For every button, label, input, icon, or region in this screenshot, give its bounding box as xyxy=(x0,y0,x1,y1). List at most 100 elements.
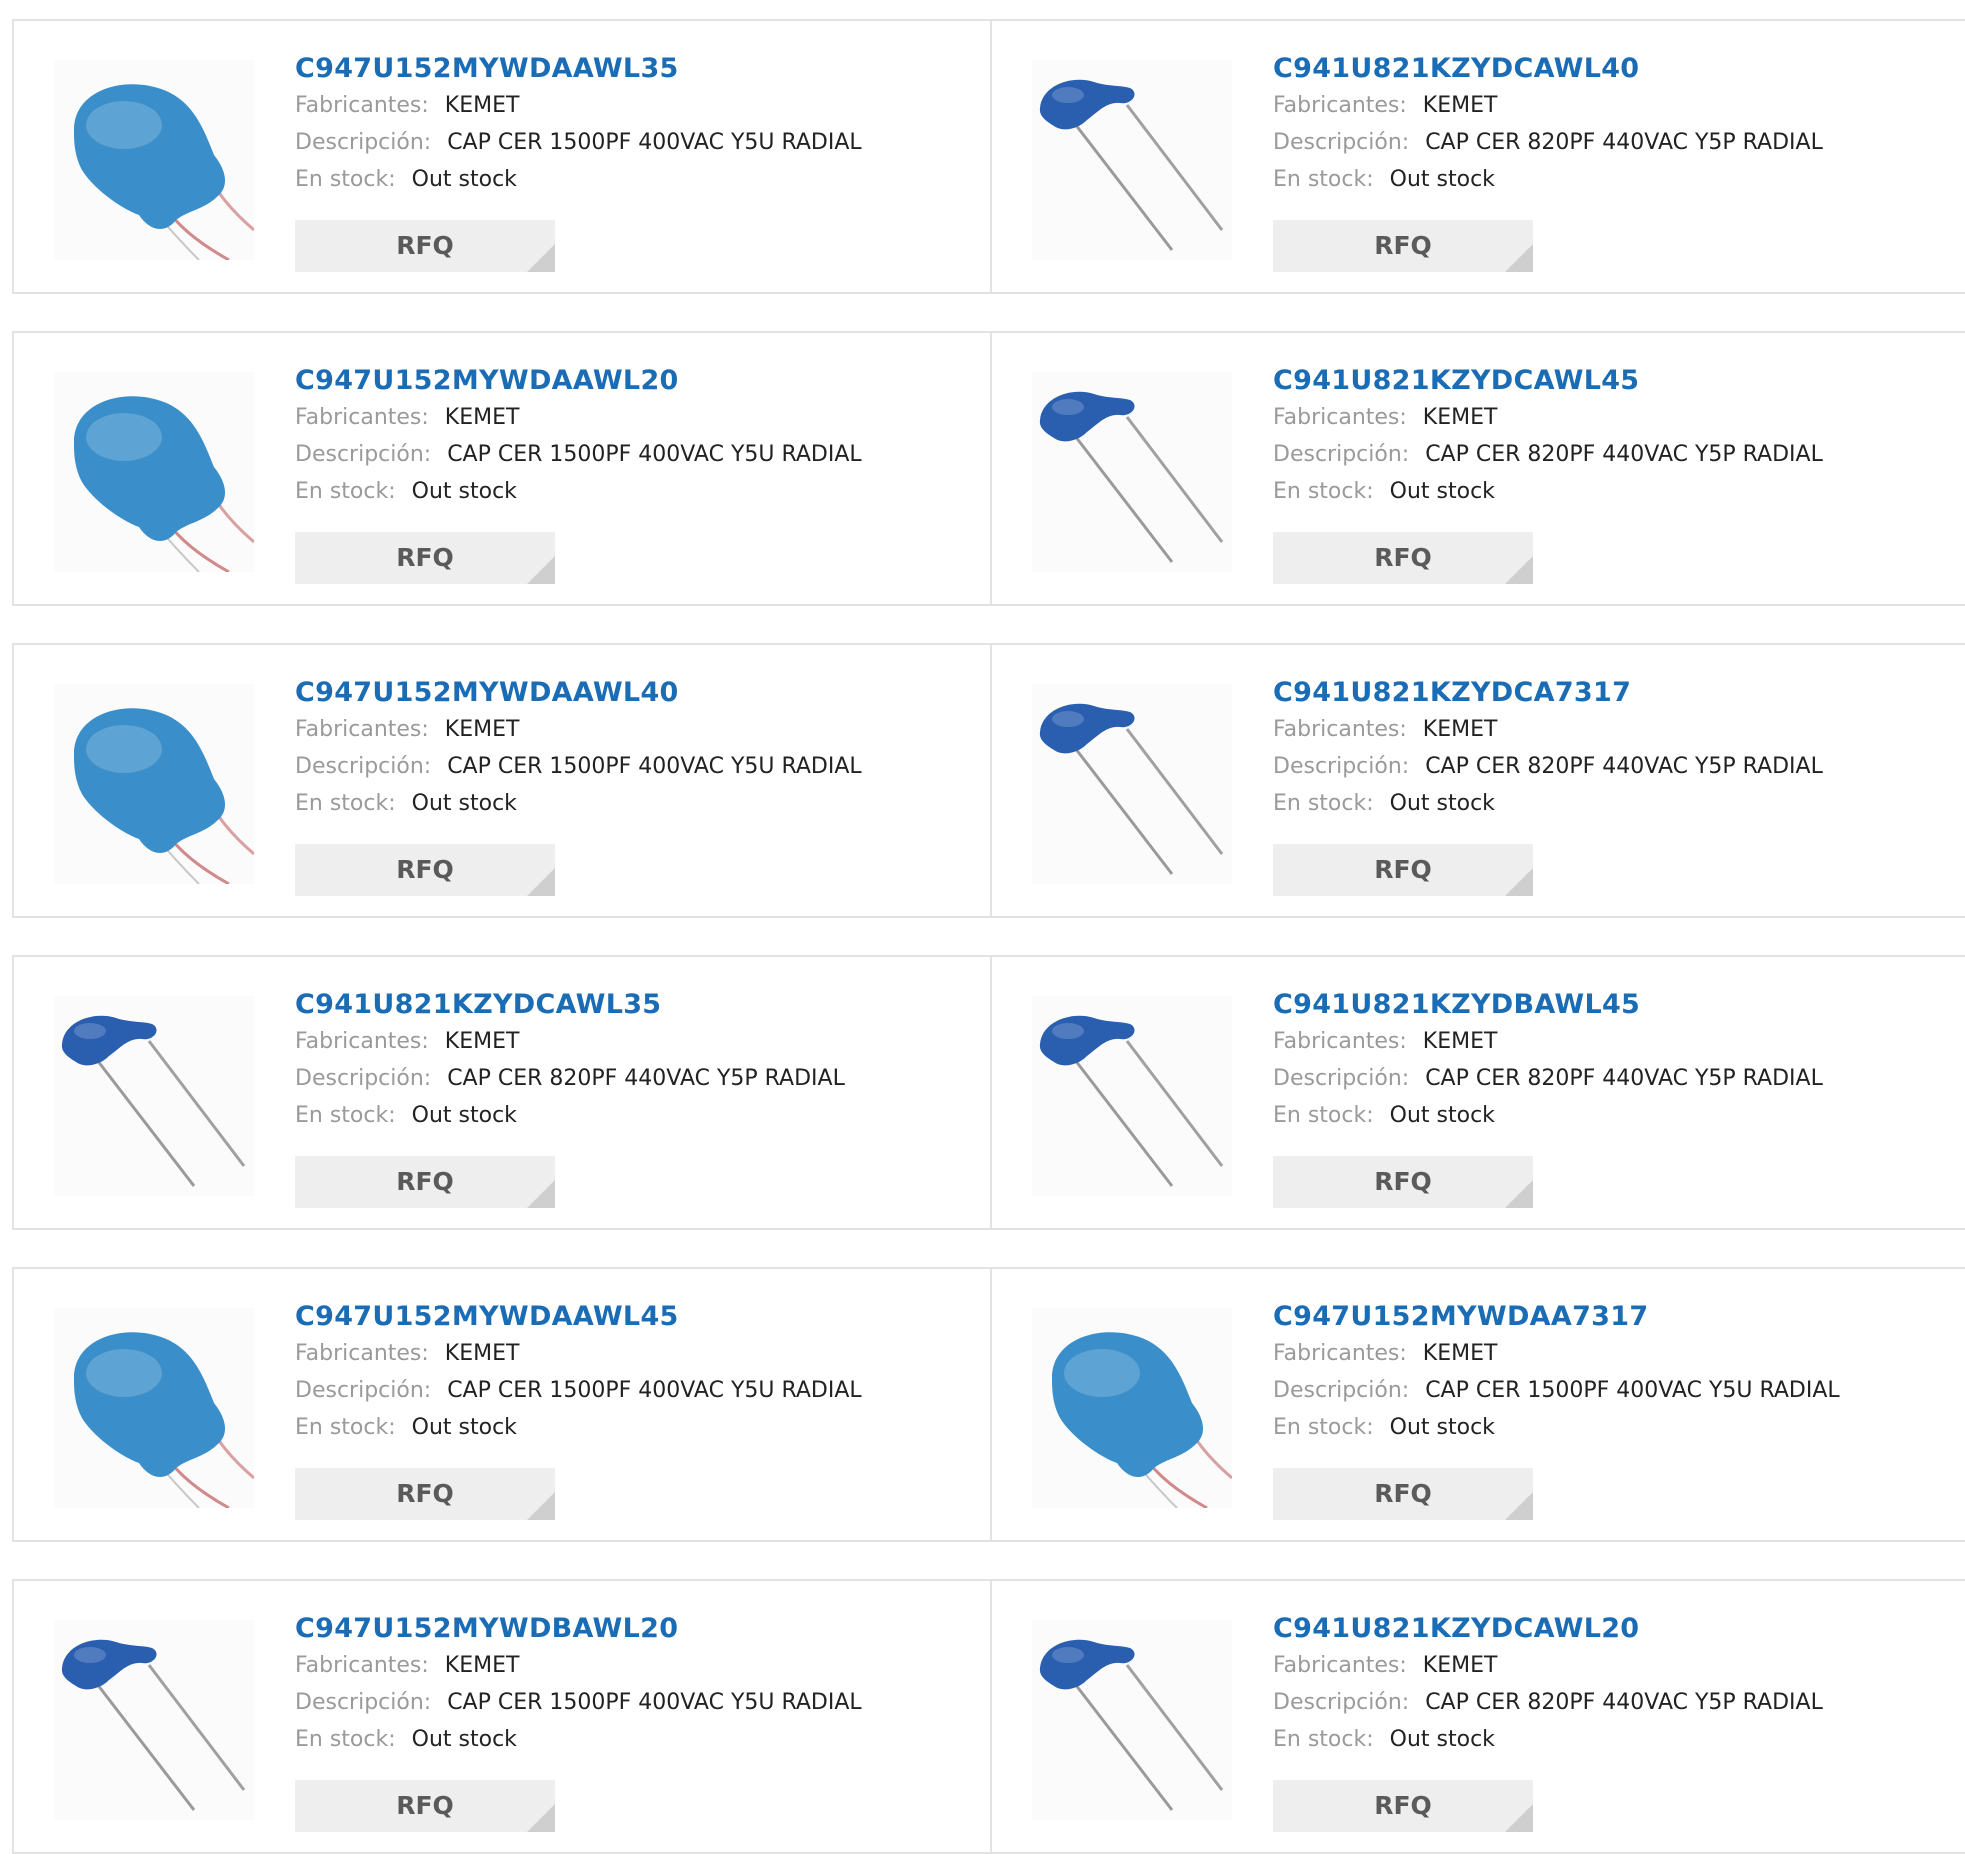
description-label: Descripción: xyxy=(1273,1378,1410,1403)
part-number-link[interactable]: C941U821KZYDCAWL40 xyxy=(1273,51,1823,87)
description-label: Descripción: xyxy=(1273,1066,1410,1091)
manufacturer-value: KEMET xyxy=(1422,1029,1498,1054)
product-grid: C947U152MYWDAAWL35 Fabricantes: KEMET Des… xyxy=(0,0,1965,1854)
manufacturer-value: KEMET xyxy=(444,1341,520,1366)
corner-triangle-icon xyxy=(527,868,555,896)
stock-value: Out stock xyxy=(411,1727,517,1752)
rfq-button[interactable]: RFQ xyxy=(295,844,555,896)
product-card: C947U152MYWDAA7317 Fabricantes: KEMET Des… xyxy=(992,1269,1965,1540)
stock-label: En stock: xyxy=(295,791,396,816)
product-image[interactable] xyxy=(1032,1620,1232,1820)
part-number-link[interactable]: C947U152MYWDAAWL45 xyxy=(295,1299,862,1335)
capacitor-icon xyxy=(61,1015,246,1187)
rfq-button[interactable]: RFQ xyxy=(1273,844,1533,896)
stock-value: Out stock xyxy=(1389,1727,1495,1752)
capacitor-icon xyxy=(1039,703,1224,875)
manufacturer-label: Fabricantes: xyxy=(295,93,429,118)
stock-label: En stock: xyxy=(295,167,396,192)
rfq-button[interactable]: RFQ xyxy=(1273,532,1533,584)
part-number-link[interactable]: C947U152MYWDAAWL40 xyxy=(295,675,862,711)
stock-value: Out stock xyxy=(1389,1103,1495,1128)
product-image[interactable] xyxy=(54,372,254,572)
product-image[interactable] xyxy=(54,60,254,260)
product-row: C947U152MYWDBAWL20 Fabricantes: KEMET Des… xyxy=(12,1579,1965,1854)
product-image[interactable] xyxy=(1032,372,1232,572)
capacitor-icon xyxy=(1039,391,1224,563)
rfq-button[interactable]: RFQ xyxy=(295,1780,555,1832)
rfq-button[interactable]: RFQ xyxy=(295,1156,555,1208)
product-image[interactable] xyxy=(1032,60,1232,260)
stock-value: Out stock xyxy=(411,479,517,504)
part-number-link[interactable]: C947U152MYWDBAWL20 xyxy=(295,1611,862,1647)
stock-label: En stock: xyxy=(1273,1727,1374,1752)
capacitor-icon xyxy=(74,1332,254,1508)
description-label: Descripción: xyxy=(295,442,432,467)
product-image[interactable] xyxy=(54,684,254,884)
rfq-button[interactable]: RFQ xyxy=(295,532,555,584)
description-label: Descripción: xyxy=(295,1690,432,1715)
rfq-button[interactable]: RFQ xyxy=(295,1468,555,1520)
rfq-button-label: RFQ xyxy=(1374,1791,1432,1820)
manufacturer-label: Fabricantes: xyxy=(1273,93,1407,118)
corner-triangle-icon xyxy=(1505,1804,1533,1832)
product-card: C947U152MYWDAAWL20 Fabricantes: KEMET Des… xyxy=(14,333,992,604)
part-number-link[interactable]: C941U821KZYDBAWL45 xyxy=(1273,987,1823,1023)
product-image[interactable] xyxy=(54,996,254,1196)
rfq-button-label: RFQ xyxy=(396,1479,454,1508)
corner-triangle-icon xyxy=(1505,1180,1533,1208)
rfq-button-label: RFQ xyxy=(1374,855,1432,884)
part-number-link[interactable]: C947U152MYWDAAWL35 xyxy=(295,51,862,87)
corner-triangle-icon xyxy=(527,1492,555,1520)
manufacturer-label: Fabricantes: xyxy=(1273,1653,1407,1678)
stock-label: En stock: xyxy=(1273,791,1374,816)
description-label: Descripción: xyxy=(295,1066,432,1091)
capacitor-icon xyxy=(61,1639,246,1811)
rfq-button[interactable]: RFQ xyxy=(1273,1780,1533,1832)
stock-value: Out stock xyxy=(411,1415,517,1440)
product-image[interactable] xyxy=(54,1308,254,1508)
rfq-button-label: RFQ xyxy=(396,231,454,260)
stock-value: Out stock xyxy=(1389,1415,1495,1440)
corner-triangle-icon xyxy=(527,1804,555,1832)
product-card: C941U821KZYDCAWL40 Fabricantes: KEMET Des… xyxy=(992,21,1965,292)
manufacturer-value: KEMET xyxy=(444,1653,520,1678)
product-image[interactable] xyxy=(54,1620,254,1820)
product-card: C941U821KZYDCAWL45 Fabricantes: KEMET Des… xyxy=(992,333,1965,604)
part-number-link[interactable]: C941U821KZYDCAWL35 xyxy=(295,987,845,1023)
corner-triangle-icon xyxy=(1505,556,1533,584)
description-label: Descripción: xyxy=(295,130,432,155)
stock-label: En stock: xyxy=(295,479,396,504)
manufacturer-value: KEMET xyxy=(444,717,520,742)
manufacturer-value: KEMET xyxy=(1422,405,1498,430)
manufacturer-value: KEMET xyxy=(1422,1653,1498,1678)
product-image[interactable] xyxy=(1032,1308,1232,1508)
description-label: Descripción: xyxy=(295,754,432,779)
description-value: CAP CER 1500PF 400VAC Y5U RADIAL xyxy=(447,442,862,467)
rfq-button-label: RFQ xyxy=(1374,231,1432,260)
part-number-link[interactable]: C947U152MYWDAAWL20 xyxy=(295,363,862,399)
product-card: C947U152MYWDAAWL40 Fabricantes: KEMET Des… xyxy=(14,645,992,916)
product-card: C947U152MYWDAAWL35 Fabricantes: KEMET Des… xyxy=(14,21,992,292)
manufacturer-label: Fabricantes: xyxy=(295,1653,429,1678)
rfq-button-label: RFQ xyxy=(396,855,454,884)
product-card: C947U152MYWDAAWL45 Fabricantes: KEMET Des… xyxy=(14,1269,992,1540)
rfq-button[interactable]: RFQ xyxy=(1273,1156,1533,1208)
part-number-link[interactable]: C941U821KZYDCA7317 xyxy=(1273,675,1823,711)
part-number-link[interactable]: C941U821KZYDCAWL20 xyxy=(1273,1611,1823,1647)
part-number-link[interactable]: C947U152MYWDAA7317 xyxy=(1273,1299,1840,1335)
stock-label: En stock: xyxy=(295,1727,396,1752)
rfq-button-label: RFQ xyxy=(396,543,454,572)
product-image[interactable] xyxy=(1032,996,1232,1196)
manufacturer-label: Fabricantes: xyxy=(1273,1029,1407,1054)
description-label: Descripción: xyxy=(1273,442,1410,467)
rfq-button[interactable]: RFQ xyxy=(1273,220,1533,272)
rfq-button[interactable]: RFQ xyxy=(295,220,555,272)
product-card: C947U152MYWDBAWL20 Fabricantes: KEMET Des… xyxy=(14,1581,992,1852)
part-number-link[interactable]: C941U821KZYDCAWL45 xyxy=(1273,363,1823,399)
corner-triangle-icon xyxy=(1505,1492,1533,1520)
manufacturer-value: KEMET xyxy=(444,405,520,430)
stock-label: En stock: xyxy=(1273,1415,1374,1440)
rfq-button[interactable]: RFQ xyxy=(1273,1468,1533,1520)
description-value: CAP CER 820PF 440VAC Y5P RADIAL xyxy=(1425,1066,1823,1091)
product-image[interactable] xyxy=(1032,684,1232,884)
